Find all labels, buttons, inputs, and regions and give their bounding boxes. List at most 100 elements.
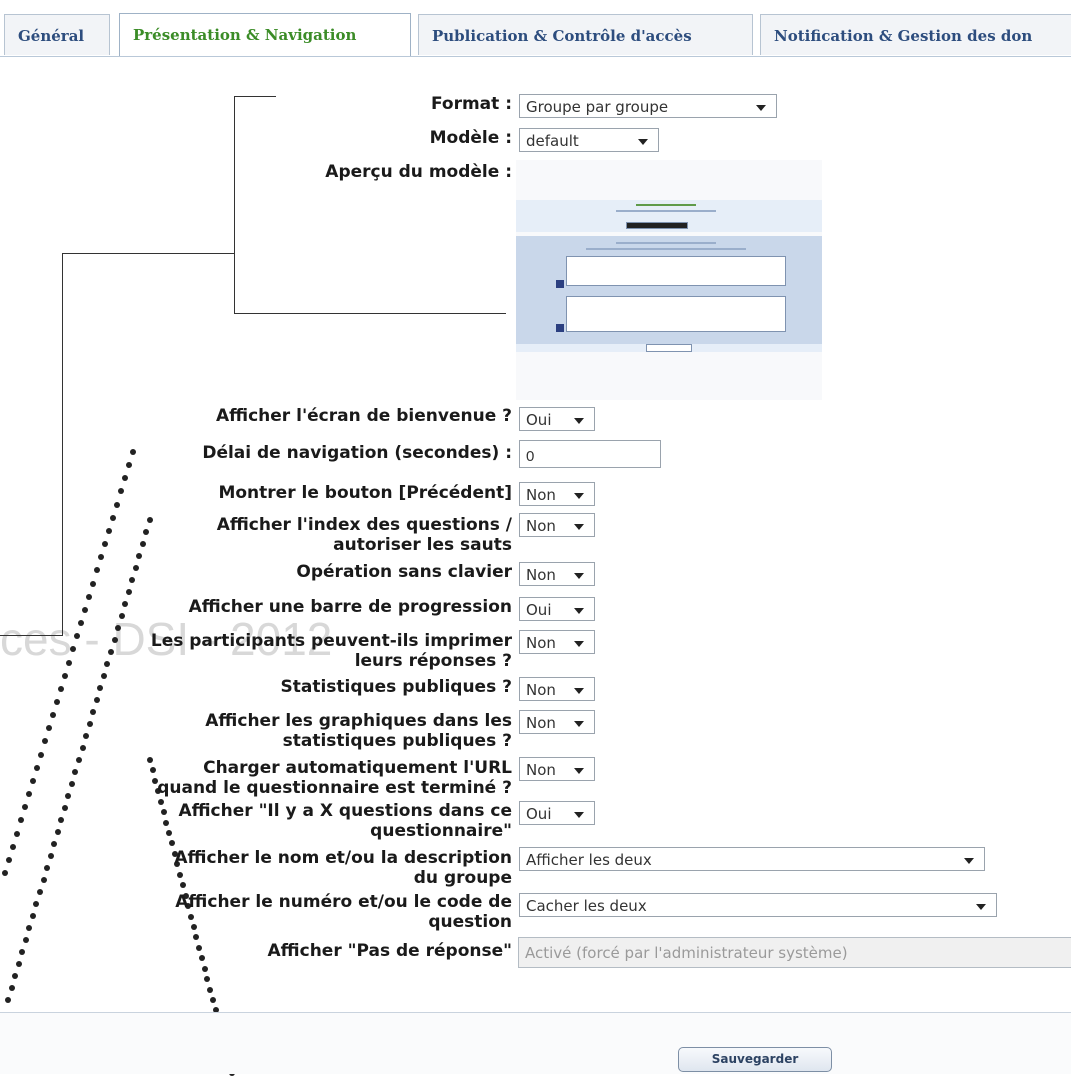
tab-bar: Général Présentation & Navigation Public…	[0, 0, 1071, 57]
chevron-down-icon	[976, 904, 986, 910]
callout-dot	[100, 673, 107, 679]
graphs-label-line-2: statistiques publiques ?	[282, 731, 512, 751]
prev-button-select[interactable]: Non	[519, 482, 595, 506]
qcode-select-value: Cacher les deux	[526, 897, 647, 915]
callout-dot	[102, 541, 108, 548]
callout-dot	[207, 986, 214, 993]
callout-dot	[19, 949, 26, 955]
welcome-label: Afficher l'écran de bienvenue ?	[215, 406, 512, 426]
tab-notification-data[interactable]: Notification & Gestion des don	[760, 14, 1071, 55]
graphs-label-line-1: Afficher les graphiques dans les	[205, 711, 512, 731]
progress-select-value: Oui	[526, 601, 552, 619]
keyboard-select[interactable]: Non	[519, 562, 595, 586]
chevron-down-icon	[574, 573, 584, 579]
callout-dot	[6, 856, 12, 863]
callout-bracket-line	[234, 313, 506, 314]
index-label-line-2: autoriser les sauts	[333, 535, 512, 555]
callout-dot	[163, 819, 170, 826]
index-label-line-1: Afficher l'index des questions /	[216, 515, 512, 535]
print-label-line-1: Les participants peuvent-ils imprimer	[150, 631, 512, 651]
delay-input[interactable]	[519, 440, 661, 468]
callout-dot	[139, 541, 146, 547]
progress-select[interactable]: Oui	[519, 597, 595, 621]
groupname-label-line-1: Afficher le nom et/ou la description	[174, 848, 512, 868]
format-label: Format :	[430, 94, 512, 114]
callout-dot	[110, 514, 116, 521]
callout-dot	[54, 829, 61, 835]
callout-dot	[14, 830, 20, 837]
stats-select[interactable]: Non	[519, 677, 595, 701]
print-select[interactable]: Non	[519, 630, 595, 654]
callout-dot	[47, 853, 54, 859]
callout-bracket-line	[234, 96, 235, 314]
callout-dot	[83, 733, 90, 739]
tab-presentation-navigation[interactable]: Présentation & Navigation	[119, 13, 411, 56]
format-select[interactable]: Groupe par groupe	[519, 94, 777, 118]
url-select[interactable]: Non	[519, 757, 595, 781]
callout-connector-line	[62, 253, 63, 636]
chevron-down-icon	[574, 641, 584, 647]
callout-dot	[44, 865, 51, 871]
chevron-down-icon	[574, 812, 584, 818]
callout-dot	[38, 751, 44, 758]
chevron-down-icon	[964, 858, 974, 864]
prev-button-select-value: Non	[526, 486, 556, 504]
callout-dot	[143, 529, 150, 535]
callout-dot	[54, 698, 60, 705]
callout-dot	[58, 685, 64, 692]
index-select[interactable]: Non	[519, 513, 595, 537]
stats-select-value: Non	[526, 681, 556, 699]
tab-publication-access[interactable]: Publication & Contrôle d'accès	[418, 14, 753, 55]
callout-dot	[66, 659, 72, 666]
callout-dot	[30, 777, 36, 784]
callout-dot	[157, 798, 164, 805]
callout-dot	[115, 625, 122, 631]
graphs-select[interactable]: Non	[519, 710, 595, 734]
callout-dot	[90, 580, 96, 587]
index-label: Afficher l'index des questions / autoris…	[217, 515, 512, 555]
callout-dot	[130, 449, 136, 455]
stats-label: Statistiques publiques ?	[280, 677, 512, 697]
preview-label: Aperçu du modèle :	[325, 162, 512, 182]
callout-dot	[61, 805, 68, 811]
callout-dot	[193, 934, 200, 941]
callout-dot	[104, 661, 111, 667]
qcode-select[interactable]: Cacher les deux	[519, 893, 997, 917]
callout-dot	[86, 721, 93, 727]
xquestions-label-line-1: Afficher "Il y a X questions dans ce	[178, 801, 512, 821]
callout-dot	[5, 997, 11, 1003]
callout-dot	[106, 527, 112, 534]
callout-dot	[196, 944, 203, 951]
callout-dot	[78, 620, 84, 627]
groupname-label: Afficher le nom et/ou la description du …	[174, 848, 512, 888]
callout-dot	[50, 712, 56, 719]
welcome-select[interactable]: Oui	[519, 407, 595, 431]
groupname-select[interactable]: Afficher les deux	[519, 847, 985, 871]
delay-label: Délai de navigation (secondes) :	[202, 443, 512, 463]
index-select-value: Non	[526, 517, 556, 535]
callout-dot	[76, 757, 82, 763]
callout-dot	[68, 781, 75, 787]
print-select-value: Non	[526, 634, 556, 652]
model-select[interactable]: default	[519, 128, 659, 152]
graphs-label: Afficher les graphiques dans les statist…	[205, 711, 512, 751]
callout-dot	[166, 830, 173, 837]
callout-dot	[147, 517, 153, 523]
callout-dot	[79, 745, 86, 751]
callout-dot	[125, 589, 132, 595]
callout-dot	[129, 577, 136, 583]
print-label: Les participants peuvent-ils imprimer le…	[151, 631, 512, 671]
callout-dot	[8, 985, 15, 991]
tab-general[interactable]: Général	[4, 14, 110, 55]
xquestions-select[interactable]: Oui	[519, 801, 595, 825]
keyboard-label: Opération sans clavier	[296, 562, 512, 582]
callout-dot	[82, 606, 88, 613]
save-button[interactable]: Sauvegarder	[678, 1047, 832, 1072]
callout-dot	[40, 877, 47, 883]
progress-label: Afficher une barre de progression	[188, 597, 512, 617]
callout-dot	[201, 965, 208, 972]
callout-dot	[118, 613, 125, 619]
callout-dot	[132, 565, 139, 571]
noanswer-field-disabled: Activé (forcé par l'administrateur systè…	[518, 937, 1071, 968]
graphs-select-value: Non	[526, 714, 556, 732]
